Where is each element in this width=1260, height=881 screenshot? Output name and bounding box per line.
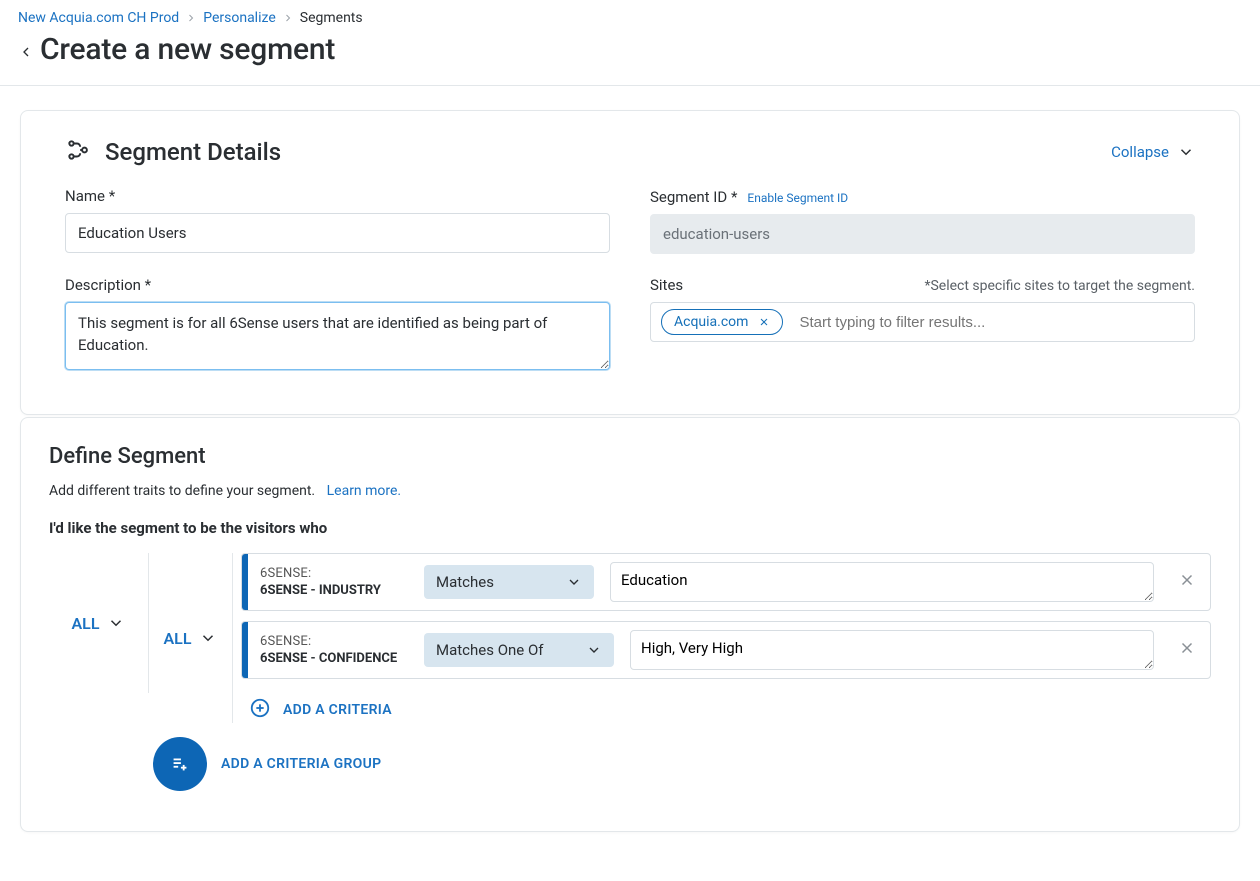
criteria-attribute: 6SENSE: 6SENSE - INDUSTRY — [248, 554, 418, 610]
name-input[interactable] — [65, 213, 610, 253]
chevron-down-icon — [566, 574, 582, 590]
remove-chip-icon[interactable] — [758, 316, 770, 328]
page-title: Create a new segment — [40, 32, 335, 67]
add-criteria-button[interactable]: ADD A CRITERIA — [241, 689, 1211, 723]
inner-operator-label: ALL — [164, 629, 192, 648]
define-subtitle: Add different traits to define your segm… — [49, 483, 315, 499]
collapse-label: Collapse — [1111, 143, 1169, 161]
criteria-row: 6SENSE: 6SENSE - CONFIDENCE Matches One … — [241, 621, 1211, 679]
remove-criteria-button[interactable] — [1164, 622, 1210, 678]
define-segment-card: Define Segment Add different traits to d… — [20, 417, 1240, 832]
description-input[interactable]: This segment is for all 6Sense users tha… — [65, 302, 610, 370]
inner-operator-select[interactable]: ALL — [158, 625, 224, 652]
plus-circle-icon — [249, 697, 271, 723]
breadcrumb-item-2[interactable]: Personalize — [203, 10, 276, 26]
define-lead: I'd like the segment to be the visitors … — [49, 519, 1211, 537]
breadcrumb-item-3: Segments — [300, 10, 363, 26]
breadcrumb: New Acquia.com CH Prod Personalize Segme… — [18, 6, 1242, 30]
sites-input-wrapper[interactable]: Acquia.com — [650, 302, 1195, 342]
enable-segment-id-link[interactable]: Enable Segment ID — [747, 191, 848, 205]
close-icon — [1178, 639, 1196, 661]
criteria-value-input[interactable]: Education — [610, 562, 1154, 602]
name-label: Name * — [65, 187, 115, 205]
chevron-right-icon — [185, 12, 197, 24]
criteria-row: 6SENSE: 6SENSE - INDUSTRY Matches — [241, 553, 1211, 611]
card-title: Segment Details — [105, 138, 281, 166]
operator-label: Matches — [436, 573, 494, 591]
criteria-source: 6SENSE: — [260, 634, 406, 649]
operator-label: Matches One Of — [436, 641, 544, 659]
add-criteria-label: ADD A CRITERIA — [283, 702, 392, 718]
add-group-label: ADD A CRITERIA GROUP — [221, 756, 381, 772]
criteria-name: 6SENSE - CONFIDENCE — [260, 651, 406, 666]
remove-criteria-button[interactable] — [1164, 554, 1210, 610]
segment-details-icon — [65, 137, 91, 167]
sites-label: Sites — [650, 276, 683, 294]
segment-id-label: Segment ID * — [650, 188, 737, 206]
site-chip[interactable]: Acquia.com — [661, 309, 783, 335]
learn-more-link[interactable]: Learn more. — [327, 483, 402, 499]
site-chip-label: Acquia.com — [674, 314, 748, 330]
close-icon — [1178, 571, 1196, 593]
chevron-down-icon — [107, 614, 125, 632]
operator-select[interactable]: Matches One Of — [424, 633, 614, 667]
description-label: Description * — [65, 276, 151, 294]
segment-id-input — [650, 214, 1195, 254]
chevron-down-icon — [199, 629, 217, 647]
add-group-icon — [153, 737, 207, 791]
criteria-name: 6SENSE - INDUSTRY — [260, 583, 406, 598]
criteria-attribute: 6SENSE: 6SENSE - CONFIDENCE — [248, 622, 418, 678]
segment-details-card: Segment Details Collapse Name * — [20, 110, 1240, 415]
define-title: Define Segment — [49, 444, 1211, 469]
chevron-down-icon — [1177, 143, 1195, 161]
criteria-value-input[interactable]: High, Very High — [630, 630, 1154, 670]
breadcrumb-item-1[interactable]: New Acquia.com CH Prod — [18, 10, 179, 26]
chevron-right-icon — [282, 12, 294, 24]
operator-select[interactable]: Matches — [424, 565, 594, 599]
criteria-source: 6SENSE: — [260, 566, 406, 581]
collapse-toggle[interactable]: Collapse — [1111, 143, 1195, 161]
sites-hint: *Select specific sites to target the seg… — [924, 278, 1195, 294]
add-criteria-group-button[interactable]: ADD A CRITERIA GROUP — [149, 737, 1211, 791]
outer-operator-label: ALL — [72, 614, 100, 633]
back-icon[interactable] — [18, 40, 34, 60]
chevron-down-icon — [586, 642, 602, 658]
sites-filter-input[interactable] — [797, 313, 1184, 332]
outer-operator-select[interactable]: ALL — [66, 610, 132, 637]
